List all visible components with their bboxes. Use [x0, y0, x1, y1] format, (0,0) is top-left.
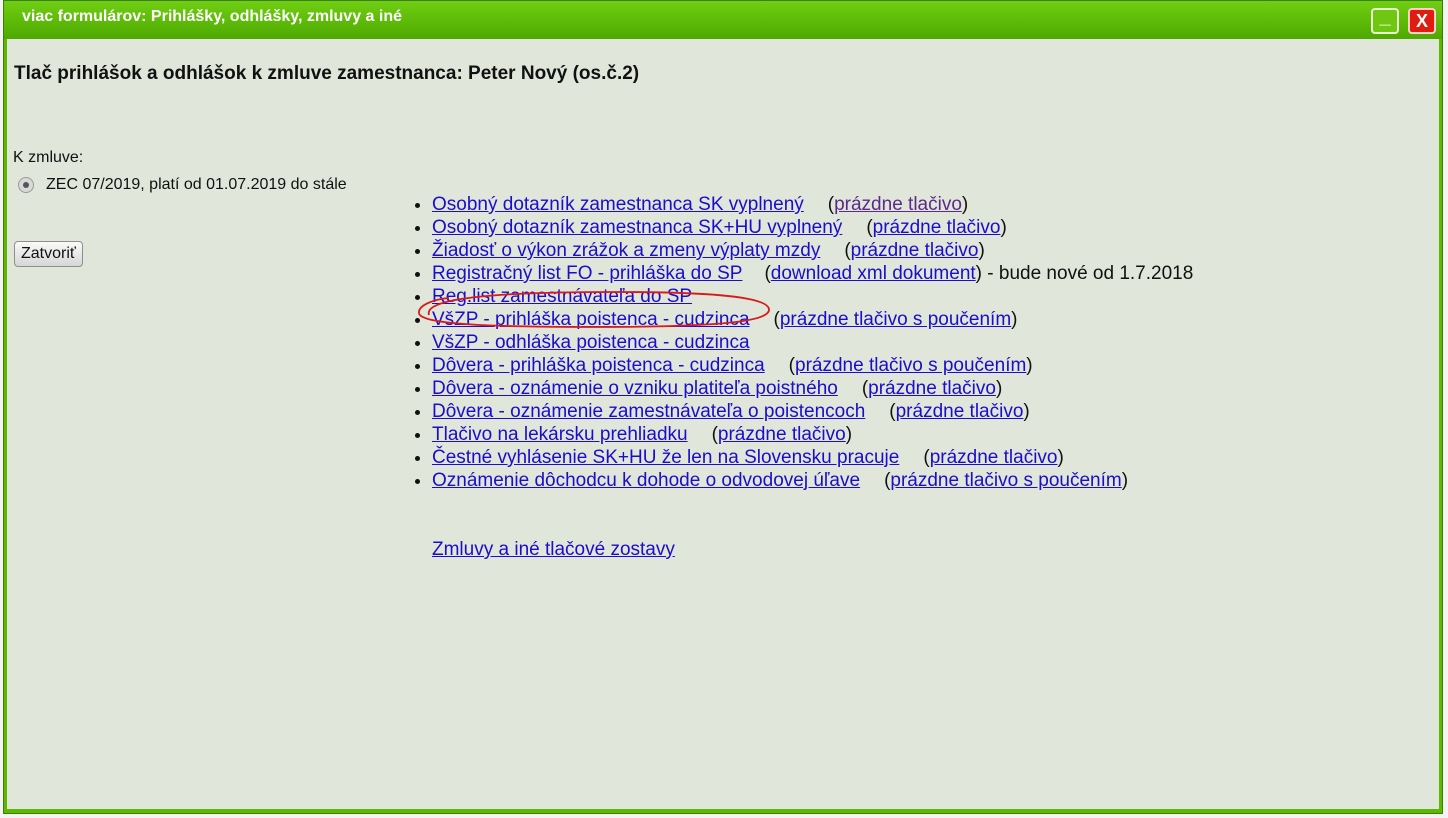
- blank-form-link[interactable]: prázdne tlačivo: [930, 447, 1058, 468]
- contract-radio[interactable]: [18, 177, 34, 193]
- close-window-button[interactable]: X: [1408, 8, 1436, 34]
- blank-form-link[interactable]: prázdne tlačivo: [834, 194, 962, 215]
- form-list-item: VšZP - odhláška poistenca - cudzinca: [432, 331, 1193, 354]
- blank-form-link[interactable]: prázdne tlačivo s poučením: [795, 355, 1026, 376]
- form-list-item: Žiadosť o výkon zrážok a zmeny výplaty m…: [432, 239, 1193, 262]
- page-title: Tlač prihlášok a odhlášok k zmluve zames…: [14, 63, 640, 84]
- blank-form-link[interactable]: download xml dokument: [771, 263, 976, 284]
- form-link[interactable]: Čestné vyhlásenie SK+HU že len na Sloven…: [432, 447, 899, 468]
- forms-list: Osobný dotazník zamestnanca SK vyplnený(…: [432, 193, 1193, 492]
- form-link[interactable]: Dôvera - oznámenie o vzniku platiteľa po…: [432, 378, 838, 399]
- minimize-button[interactable]: _: [1371, 7, 1399, 34]
- form-list-item: Čestné vyhlásenie SK+HU že len na Sloven…: [432, 446, 1193, 469]
- form-link[interactable]: Tlačivo na lekársku prehliadku: [432, 424, 688, 445]
- blank-form-link[interactable]: prázdne tlačivo s poučením: [890, 470, 1121, 491]
- blank-form-link[interactable]: prázdne tlačivo: [868, 378, 996, 399]
- form-link[interactable]: Reg.list zamestnávateľa do SP: [432, 286, 692, 307]
- close-button[interactable]: Zatvoriť: [14, 241, 83, 267]
- title-bar[interactable]: viac formulárov: Prihlášky, odhlášky, zm…: [4, 1, 1442, 39]
- form-link[interactable]: Registračný list FO - prihláška do SP: [432, 263, 742, 284]
- blank-form-link[interactable]: prázdne tlačivo: [873, 217, 1001, 238]
- blank-form-link[interactable]: prázdne tlačivo s poučením: [780, 309, 1011, 330]
- form-list-item: Registračný list FO - prihláška do SP(do…: [432, 262, 1193, 285]
- form-list-item: Osobný dotazník zamestnanca SK vyplnený(…: [432, 193, 1193, 216]
- contract-label: K zmluve:: [13, 149, 84, 166]
- form-link[interactable]: Osobný dotazník zamestnanca SK vyplnený: [432, 194, 804, 215]
- form-list-item: Reg.list zamestnávateľa do SP: [432, 285, 1193, 308]
- contracts-reports-link[interactable]: Zmluvy a iné tlačové zostavy: [432, 539, 675, 561]
- form-list-item: Dôvera - oznámenie o vzniku platiteľa po…: [432, 377, 1193, 400]
- form-list-item: Dôvera - oznámenie zamestnávateľa o pois…: [432, 400, 1193, 423]
- blank-form-link[interactable]: prázdne tlačivo: [718, 424, 846, 445]
- blank-form-link[interactable]: prázdne tlačivo: [851, 240, 979, 261]
- form-link[interactable]: Oznámenie dôchodcu k dohode o odvodovej …: [432, 470, 860, 491]
- window-title: viac formulárov: Prihlášky, odhlášky, zm…: [22, 8, 402, 25]
- contract-option[interactable]: ZEC 07/2019, platí od 01.07.2019 do stál…: [18, 176, 347, 194]
- blank-form-link[interactable]: prázdne tlačivo: [896, 401, 1024, 422]
- form-link[interactable]: VšZP - odhláška poistenca - cudzinca: [432, 332, 750, 353]
- form-list-item: Tlačivo na lekársku prehliadku(prázdne t…: [432, 423, 1193, 446]
- form-link[interactable]: Dôvera - prihláška poistenca - cudzinca: [432, 355, 765, 376]
- form-list-item: Dôvera - prihláška poistenca - cudzinca(…: [432, 354, 1193, 377]
- form-link[interactable]: Žiadosť o výkon zrážok a zmeny výplaty m…: [432, 240, 820, 261]
- form-link[interactable]: Dôvera - oznámenie zamestnávateľa o pois…: [432, 401, 865, 422]
- form-list-item: VšZP - prihláška poistenca - cudzinca(pr…: [432, 308, 1193, 331]
- contract-option-label: ZEC 07/2019, platí od 01.07.2019 do stál…: [46, 176, 347, 193]
- form-note: - bude nové od 1.7.2018: [982, 263, 1194, 284]
- form-link[interactable]: VšZP - prihláška poistenca - cudzinca: [432, 309, 750, 330]
- form-link[interactable]: Osobný dotazník zamestnanca SK+HU vyplne…: [432, 217, 842, 238]
- form-list-item: Osobný dotazník zamestnanca SK+HU vyplne…: [432, 216, 1193, 239]
- form-list-item: Oznámenie dôchodcu k dohode o odvodovej …: [432, 469, 1193, 492]
- dialog-content: Tlač prihlášok a odhlášok k zmluve zames…: [7, 39, 1439, 809]
- dialog-window: viac formulárov: Prihlášky, odhlášky, zm…: [3, 0, 1443, 814]
